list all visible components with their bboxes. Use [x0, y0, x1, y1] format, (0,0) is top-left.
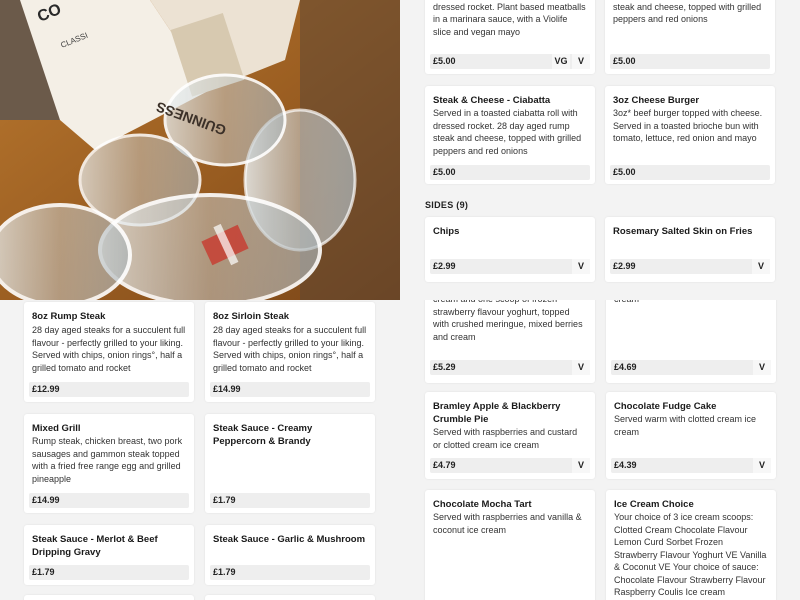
menu-card[interactable]: Rosemary Salted Skin on Fries £2.99 V [605, 217, 775, 282]
item-description: Served in a toasted ciabatta roll with d… [433, 1, 586, 37]
item-title: Steak Sauce - Creamy Peppercorn & Brandy [213, 423, 313, 447]
price-bar: £5.00 [610, 54, 770, 69]
menu-card[interactable] [24, 595, 194, 600]
vegetarian-badge: V [572, 458, 590, 473]
item-price: £2.99 [613, 261, 636, 271]
item-price: £1.79 [213, 567, 236, 577]
price-bar: £4.79 V [430, 458, 590, 473]
item-title: Chocolate Fudge Cake [614, 401, 717, 412]
food-drink-photo: CO CLASSI GUINNESS [0, 0, 400, 300]
item-title: 8oz Rump Steak [32, 311, 106, 322]
menu-panel-grill: 8oz Rump Steak 28 day aged steaks for a … [0, 300, 400, 600]
menu-panel-desserts: cream and one scoop of frozen strawberry… [400, 300, 800, 600]
item-title: 3oz Cheese Burger [613, 95, 700, 106]
item-price: £2.99 [433, 261, 456, 271]
menu-card[interactable]: Steak & Cheese - Ciabatta Served in a to… [425, 86, 595, 184]
menu-card[interactable]: Bramley Apple & Blackberry Crumble Pie S… [425, 392, 595, 479]
price-bar: £2.99 V [610, 259, 770, 274]
item-title: Steak Sauce - Garlic & Mushroom [213, 534, 366, 545]
item-price: £4.69 [614, 362, 637, 372]
item-price: £5.00 [613, 167, 636, 177]
item-price: £5.00 [613, 56, 636, 66]
price-bar: £12.99 [29, 382, 189, 397]
menu-card[interactable]: 8oz Rump Steak 28 day aged steaks for a … [24, 302, 194, 402]
price-bar: £4.39 V [611, 458, 771, 473]
menu-card[interactable]: Chips £2.99 V [425, 217, 595, 282]
item-title: Chocolate Mocha Tart [433, 499, 532, 510]
item-price: £1.79 [32, 567, 55, 577]
vegan-badge: VG [552, 54, 570, 69]
price-bar: £1.79 [29, 565, 189, 580]
item-price: £14.99 [213, 384, 241, 394]
item-description: 3oz* beef burger topped with cheese. Ser… [613, 108, 763, 143]
item-title: Ice Cream Choice [614, 499, 694, 510]
item-price: £5.29 [433, 362, 456, 372]
price-bar: £14.99 [29, 493, 189, 508]
item-title: Steak Sauce - Merlot & Beef Dripping Gra… [32, 534, 158, 558]
item-title: Mixed Grill [32, 423, 81, 434]
item-price: £5.00 [433, 167, 456, 177]
item-description: 28 day aged steaks for a succulent full … [213, 325, 367, 373]
menu-card[interactable]: Ice Cream Choice Your choice of 3 ice cr… [606, 490, 776, 600]
item-title: 8oz Sirloin Steak [213, 311, 290, 322]
vegetarian-badge: V [572, 360, 590, 375]
item-title: Steak & Cheese - Ciabatta [433, 95, 551, 106]
price-bar: £4.69 V [611, 360, 771, 375]
price-bar: £2.99 V [430, 259, 590, 274]
item-description: dressed rocket. 28 day aged rump steak a… [613, 1, 762, 25]
menu-card[interactable] [205, 595, 375, 600]
menu-card[interactable]: cream and one scoop of frozen strawberry… [425, 300, 595, 383]
item-description: Served with raspberries and vanilla & co… [433, 512, 582, 535]
item-description: 28 day aged steaks for a succulent full … [32, 325, 186, 373]
item-price: £4.39 [614, 460, 637, 470]
menu-card[interactable]: Steak Sauce - Garlic & Mushroom £1.79 [205, 525, 375, 585]
item-price: £12.99 [32, 384, 60, 394]
item-price: £4.79 [433, 460, 456, 470]
menu-card[interactable]: dressed rocket. 28 day aged rump steak a… [605, 0, 775, 74]
price-bar: £14.99 [210, 382, 370, 397]
price-bar: £1.79 [210, 565, 370, 580]
item-description: Served in a toasted ciabatta roll with d… [433, 108, 582, 156]
pub-table-photo: CO CLASSI GUINNESS [0, 0, 400, 300]
price-bar: £5.00 [610, 165, 770, 180]
item-description: cream [614, 300, 768, 306]
menu-card[interactable]: Mixed Grill Rump steak, chicken breast, … [24, 414, 194, 513]
item-title: Chips [433, 226, 460, 237]
vegetarian-badge: V [572, 259, 590, 274]
item-description: Served with raspberries and custard or c… [433, 427, 578, 450]
price-bar: £5.00 [430, 165, 590, 180]
item-description: Served warm with clotted cream ice cream [614, 414, 757, 437]
vegetarian-badge: V [753, 458, 771, 473]
item-title: Rosemary Salted Skin on Fries [613, 226, 753, 237]
item-description: Rump steak, chicken breast, two pork sau… [32, 436, 183, 484]
item-description: cream and one scoop of frozen strawberry… [433, 300, 583, 342]
vegetarian-badge: V [752, 259, 770, 274]
menu-card[interactable]: 8oz Sirloin Steak 28 day aged steaks for… [205, 302, 375, 402]
menu-card[interactable]: Chocolate Mocha Tart Served with raspber… [425, 490, 595, 600]
menu-card[interactable]: Chocolate Fudge Cake Served warm with cl… [606, 392, 776, 479]
vegetarian-badge: V [753, 360, 771, 375]
menu-card[interactable]: cream £4.69 V [606, 300, 776, 383]
section-heading-sides: SIDES (9) [425, 200, 469, 210]
vegetarian-badge: V [572, 54, 590, 69]
item-price: £1.79 [213, 495, 236, 505]
menu-card[interactable]: 3oz Cheese Burger 3oz* beef burger toppe… [605, 86, 775, 184]
item-price: £14.99 [32, 495, 60, 505]
price-bar: £5.29 V [430, 360, 590, 375]
item-description: Your choice of 3 ice cream scoops: Clott… [614, 512, 767, 597]
price-bar: £5.00 VG V [430, 54, 590, 69]
price-bar: £1.79 [210, 493, 370, 508]
menu-card[interactable]: Steak Sauce - Creamy Peppercorn & Brandy… [205, 414, 375, 513]
item-title: Bramley Apple & Blackberry Crumble Pie [433, 401, 561, 425]
item-price: £5.00 [433, 56, 456, 66]
menu-panel-sandwiches-sides: Served in a toasted ciabatta roll with d… [400, 0, 800, 300]
menu-card[interactable]: Steak Sauce - Merlot & Beef Dripping Gra… [24, 525, 194, 585]
menu-card[interactable]: Served in a toasted ciabatta roll with d… [425, 0, 595, 74]
